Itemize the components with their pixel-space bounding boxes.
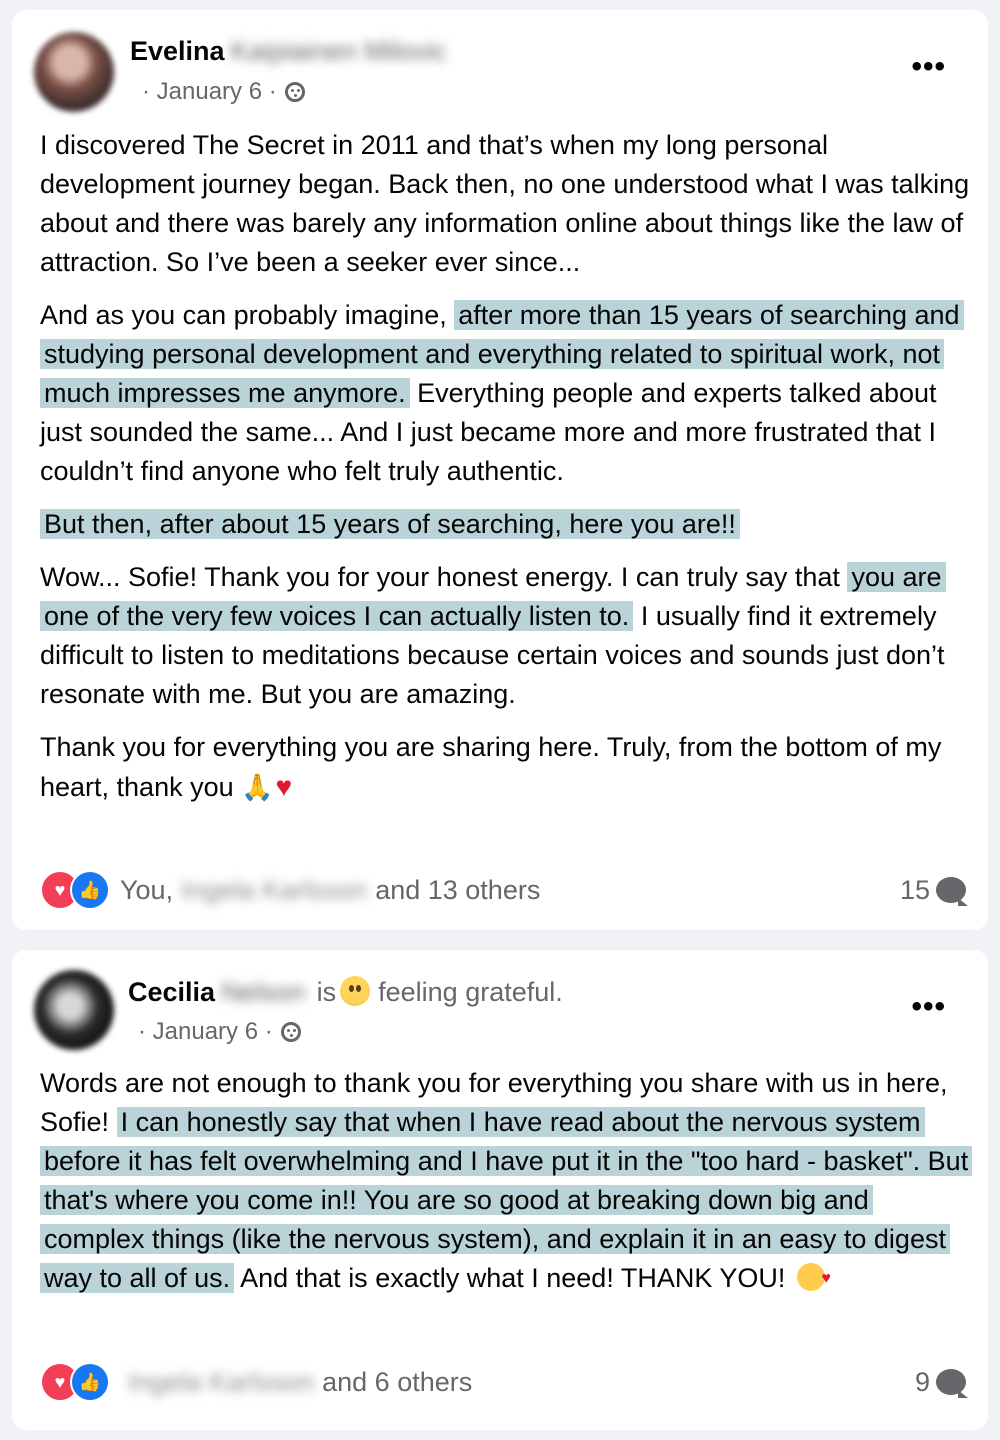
friends-icon (280, 1022, 301, 1042)
comment-bubble-icon (936, 877, 968, 906)
comment-count[interactable]: 9 (915, 1367, 968, 1398)
like-reaction-icon[interactable]: 👍 (70, 870, 110, 910)
avatar[interactable] (34, 32, 114, 112)
reactions-blurred-name[interactable]: Ingela Karlsson (181, 875, 367, 906)
reactions-others[interactable]: and 13 others (375, 875, 540, 906)
author-last-name-blurred[interactable]: Kaipiainen Milovic (231, 36, 447, 67)
paragraph: But then, after about 15 years of search… (40, 505, 975, 544)
comment-bubble-icon (936, 1369, 968, 1398)
comment-count-number[interactable]: 9 (915, 1367, 930, 1398)
reactions-bar: ♥ 👍 Ingela Karlsson and 6 others 9 (40, 1362, 968, 1402)
comment-count[interactable]: 15 (900, 875, 968, 906)
post-card: Cecilia Nelson is feeling grateful. · Janu… (12, 950, 988, 1430)
post-card: Evelina Kaipiainen Milovic · January 6 · … (12, 10, 988, 930)
author-name[interactable]: Evelina Kaipiainen Milovic (130, 36, 447, 67)
smiling-face-with-hearts-emoji-icon (796, 1259, 831, 1298)
post-text: I discovered The Secret in 2011 and that… (40, 126, 975, 821)
text-span: Wow... Sofie! Thank you for your honest … (40, 562, 840, 592)
post-meta: · January 6 · (142, 78, 305, 106)
relieved-face-emoji-icon (340, 976, 371, 1006)
author-last-name-blurred[interactable]: Nelson (221, 977, 305, 1008)
feeling-text[interactable]: feeling grateful. (378, 977, 563, 1007)
post-date[interactable]: · January 6 · (138, 1018, 273, 1046)
reactions-blurred-name[interactable]: Ingela Karlsson (128, 1367, 314, 1398)
more-options-icon[interactable]: ••• (911, 50, 946, 84)
reactions-bar: ♥ 👍 You, Ingela Karlsson and 13 others 1… (40, 870, 968, 910)
post-text: Words are not enough to thank you for ev… (40, 1064, 975, 1312)
paragraph: I discovered The Secret in 2011 and that… (40, 130, 970, 277)
author-name[interactable]: Cecilia Nelson is feeling grateful. (128, 976, 563, 1008)
like-reaction-icon[interactable]: 👍 (70, 1362, 110, 1402)
friends-icon (284, 82, 305, 102)
text-span: And as you can probably imagine, (40, 300, 447, 330)
reactions-others[interactable]: and 6 others (322, 1367, 472, 1398)
text-span: And that is exactly what I need! THANK Y… (240, 1263, 786, 1293)
folded-hands-emoji-icon: 🙏 (241, 772, 274, 802)
more-options-icon[interactable]: ••• (911, 990, 946, 1024)
comment-count-number[interactable]: 15 (900, 875, 930, 906)
post-date[interactable]: · January 6 · (142, 78, 277, 106)
red-heart-emoji-icon: ♥ (275, 771, 293, 802)
text-span: Thank you for everything you are sharing… (40, 732, 942, 802)
paragraph: And as you can probably imagine, after m… (40, 296, 975, 491)
reactions-prefix[interactable]: You, (120, 875, 173, 906)
avatar[interactable] (34, 970, 114, 1050)
paragraph: Wow... Sofie! Thank you for your honest … (40, 558, 975, 714)
post-meta: · January 6 · (138, 1018, 301, 1046)
author-first-name[interactable]: Evelina (130, 36, 225, 66)
highlighted-text: But then, after about 15 years of search… (40, 509, 740, 539)
feeling-is: is (316, 977, 337, 1007)
paragraph: Words are not enough to thank you for ev… (40, 1064, 975, 1298)
author-first-name[interactable]: Cecilia (128, 977, 215, 1007)
paragraph: Thank you for everything you are sharing… (40, 728, 975, 807)
